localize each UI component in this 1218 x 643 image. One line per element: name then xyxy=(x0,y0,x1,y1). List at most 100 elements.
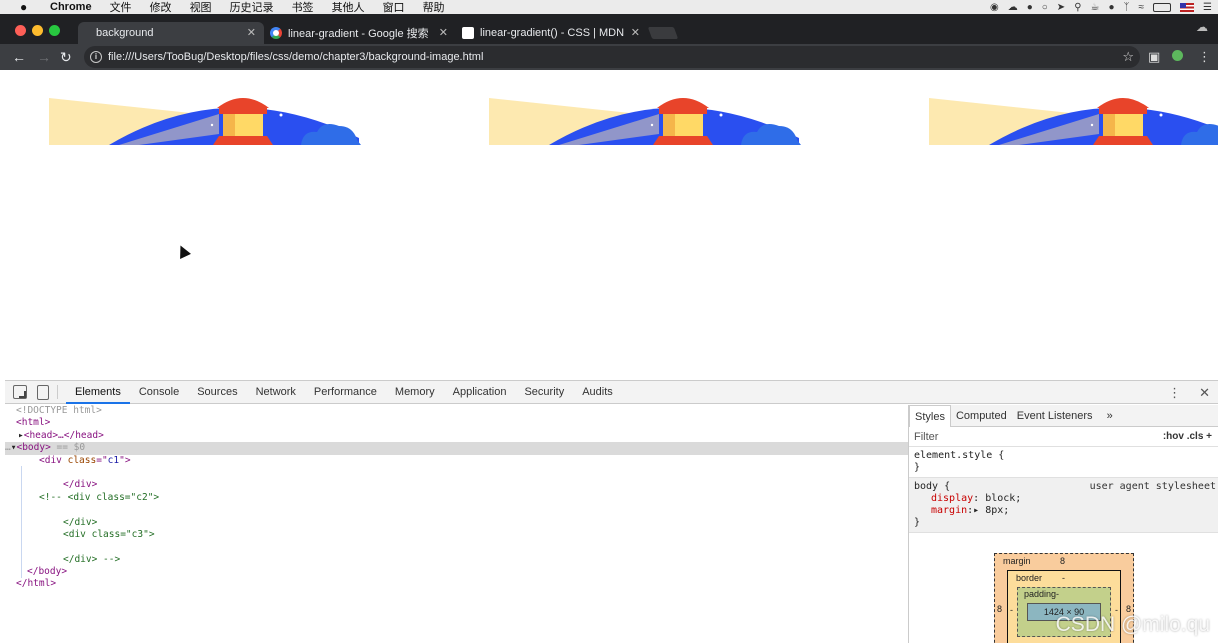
menu-kebab-icon[interactable]: ⋮ xyxy=(1198,49,1211,65)
tab-sources[interactable]: Sources xyxy=(188,381,246,404)
tab-console[interactable]: Console xyxy=(130,381,188,404)
tab-title: background xyxy=(96,27,154,39)
new-tab-button[interactable] xyxy=(647,27,679,39)
more-tabs-icon[interactable]: » xyxy=(1102,405,1118,427)
coffee-icon[interactable]: ☕ xyxy=(1091,2,1100,13)
comment-open: <!-- xyxy=(39,491,68,503)
menu-item-people[interactable]: 其他人 xyxy=(332,0,365,15)
devtools-tabbar: Elements Console Sources Network Perform… xyxy=(5,381,1218,404)
dom-line-body-selected[interactable]: …▾<body> == $0 xyxy=(5,442,908,455)
dom-line-blank xyxy=(5,541,908,553)
tab-background[interactable]: background ✕ xyxy=(78,22,264,44)
mouse-cursor-icon xyxy=(175,243,191,259)
dom-line-comment-div-close[interactable]: </div> xyxy=(5,517,908,529)
profile-avatar-icon[interactable] xyxy=(1172,49,1183,65)
dom-line-html[interactable]: <html> xyxy=(5,417,908,429)
dom-line-comment-open[interactable]: <!-- <div class="c2"> xyxy=(5,492,908,504)
rule-element-style[interactable]: element.style { } xyxy=(909,447,1218,478)
tab-audits[interactable]: Audits xyxy=(573,381,622,404)
bookmark-star-icon[interactable]: ☆ xyxy=(1122,49,1134,65)
tab-styles[interactable]: Styles xyxy=(909,405,951,427)
comment-div-close: </div> xyxy=(63,516,98,528)
profile-incognito-icon[interactable]: ☁ xyxy=(1196,20,1208,34)
style-prop-display[interactable]: display: block; xyxy=(914,493,1213,505)
background-image-tile xyxy=(489,98,801,145)
menu-app-name[interactable]: Chrome xyxy=(50,1,92,13)
tab-application[interactable]: Application xyxy=(444,381,516,404)
notification-list-icon[interactable]: ☰ xyxy=(1203,2,1212,13)
qq-icon[interactable]: ● xyxy=(1027,2,1033,13)
border-label: border xyxy=(1016,573,1043,583)
page-viewport[interactable] xyxy=(5,70,1218,380)
menu-item-bookmarks[interactable]: 书签 xyxy=(292,0,314,15)
border-value: - xyxy=(1062,573,1065,583)
tab-close-icon[interactable]: ✕ xyxy=(631,26,640,39)
chat-icon[interactable]: ○ xyxy=(1042,2,1048,13)
send-icon[interactable]: ➤ xyxy=(1057,2,1065,13)
zoom-window-button[interactable] xyxy=(49,25,60,36)
comment-c3: c3 xyxy=(131,528,144,540)
tab-google-search[interactable]: linear-gradient - Google 搜索 ✕ xyxy=(270,22,456,44)
dom-line-head[interactable]: ▸<head>…</head> xyxy=(5,430,908,442)
close-window-button[interactable] xyxy=(15,25,26,36)
devtools-menu-icon[interactable]: ⋮ xyxy=(1168,385,1181,401)
info-icon[interactable]: i xyxy=(90,51,102,63)
wechat-icon[interactable]: ● xyxy=(1108,2,1114,13)
dom-tree[interactable]: <!DOCTYPE html> <html> ▸<head>…</head> …… xyxy=(5,405,908,643)
apple-menu-icon[interactable]: ● xyxy=(20,0,34,14)
prop-value: 8px; xyxy=(985,505,1010,516)
tab-event-listeners[interactable]: Event Listeners xyxy=(1012,405,1098,427)
styles-filter[interactable]: Filter :hov .cls + xyxy=(909,427,1218,447)
tab-close-icon[interactable]: ✕ xyxy=(439,26,448,39)
style-prop-margin[interactable]: margin:▸ 8px; xyxy=(914,505,1213,517)
address-bar-url[interactable]: file:///Users/TooBug/Desktop/files/css/d… xyxy=(108,51,483,63)
menu-item-view[interactable]: 视图 xyxy=(190,0,212,15)
wifi-icon[interactable]: ≈ xyxy=(1139,2,1145,13)
rule-body-ua[interactable]: user agent stylesheet body { display: bl… xyxy=(909,478,1218,533)
prop-value: block; xyxy=(985,493,1022,504)
div-close-tag: </div> xyxy=(63,479,98,491)
cloud-sync-icon[interactable]: ☁ xyxy=(1008,2,1018,13)
google-icon xyxy=(270,27,282,39)
device-toolbar-icon[interactable] xyxy=(37,384,49,400)
bluetooth-icon[interactable]: ᛉ xyxy=(1124,2,1130,13)
record-icon[interactable]: ◉ xyxy=(990,2,999,13)
menu-item-window[interactable]: 窗口 xyxy=(383,0,405,15)
margin-top-value: 8 xyxy=(1060,556,1066,566)
extension-icon[interactable]: ▣ xyxy=(1148,49,1160,65)
tab-memory[interactable]: Memory xyxy=(386,381,444,404)
tab-security[interactable]: Security xyxy=(515,381,573,404)
dom-line-doctype[interactable]: <!DOCTYPE html> xyxy=(5,405,908,417)
address-bar[interactable]: i file:///Users/TooBug/Desktop/files/css… xyxy=(84,46,1140,68)
menu-item-edit[interactable]: 修改 xyxy=(150,0,172,15)
tab-network[interactable]: Network xyxy=(247,381,305,404)
filter-tools[interactable]: :hov .cls + xyxy=(1163,431,1212,442)
minimize-window-button[interactable] xyxy=(32,25,43,36)
prop-name: margin xyxy=(931,505,968,516)
search-icon[interactable]: ⚲ xyxy=(1074,2,1081,13)
menu-item-help[interactable]: 帮助 xyxy=(423,0,445,15)
tab-mdn[interactable]: linear-gradient() - CSS | MDN ✕ xyxy=(462,22,648,44)
dom-line-div-close[interactable]: </div> xyxy=(5,479,908,491)
dom-line-html-close[interactable]: </html> xyxy=(5,578,908,590)
reload-button[interactable]: ↻ xyxy=(60,49,72,65)
battery-icon[interactable] xyxy=(1153,2,1172,12)
dom-line-body-close[interactable]: </body> xyxy=(5,566,908,578)
back-button[interactable]: ← xyxy=(12,49,26,65)
tab-title: linear-gradient - Google 搜索 xyxy=(288,28,429,40)
tab-computed[interactable]: Computed xyxy=(951,405,1012,427)
tab-close-icon[interactable]: ✕ xyxy=(247,26,256,39)
filter-input[interactable]: Filter xyxy=(914,431,938,443)
border-left-value: - xyxy=(1010,605,1013,615)
tab-performance[interactable]: Performance xyxy=(305,381,386,404)
dom-line-comment-close[interactable]: </div> --> xyxy=(5,554,908,566)
dom-line-comment-div-c3[interactable]: <div class="c3"> xyxy=(5,529,908,541)
inspect-element-icon[interactable] xyxy=(13,385,27,399)
us-flag-input-icon[interactable] xyxy=(1180,2,1195,12)
dom-line-div-c1[interactable]: <div class="c1"> xyxy=(5,455,908,467)
forward-button[interactable]: → xyxy=(37,49,51,65)
menu-item-file[interactable]: 文件 xyxy=(110,0,132,15)
tab-elements[interactable]: Elements xyxy=(66,381,130,404)
menu-item-history[interactable]: 历史记录 xyxy=(230,0,274,15)
devtools-close-icon[interactable]: ✕ xyxy=(1199,385,1210,401)
